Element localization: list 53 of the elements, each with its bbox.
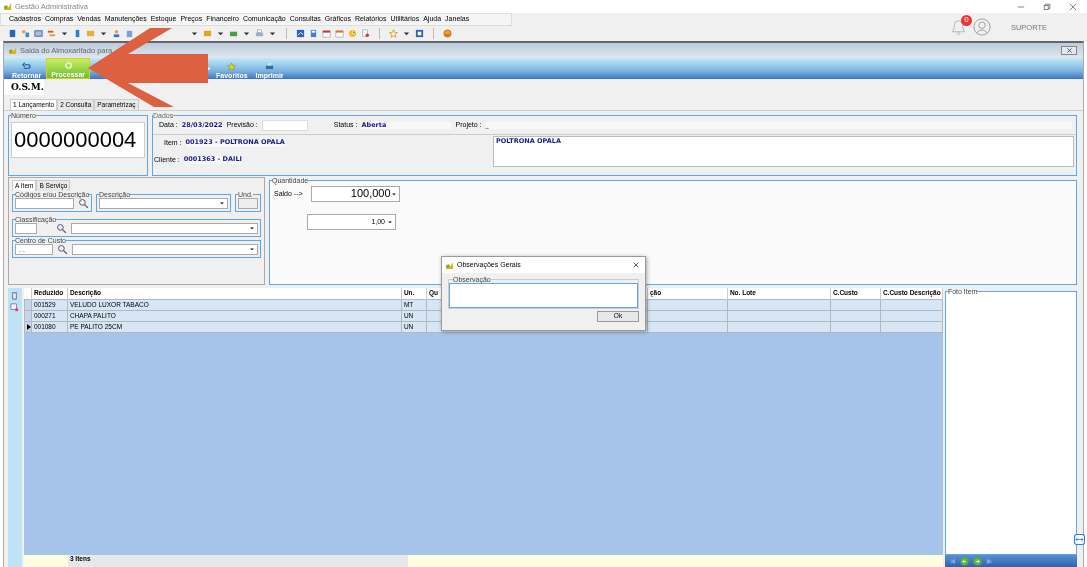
next-icon[interactable] xyxy=(972,556,982,566)
date-field[interactable] xyxy=(261,120,308,131)
form-title: O.S.M. xyxy=(4,79,44,95)
person-icon[interactable] xyxy=(112,28,121,38)
printer-icon xyxy=(265,62,275,71)
first-icon[interactable] xyxy=(948,557,956,565)
number-field: 0000000004 xyxy=(11,122,145,158)
unit-field[interactable] xyxy=(238,197,258,209)
notification-count: 0 xyxy=(960,14,972,26)
grid-icon[interactable] xyxy=(10,303,20,312)
dialog-logo-icon xyxy=(445,260,454,270)
close-button[interactable] xyxy=(1061,46,1077,55)
report-icon[interactable] xyxy=(361,28,370,38)
last-icon[interactable] xyxy=(985,557,993,565)
remote-icon[interactable] xyxy=(1074,534,1085,545)
close-icon xyxy=(1065,47,1073,54)
calculator-icon[interactable] xyxy=(309,28,318,38)
star-icon xyxy=(227,62,237,71)
code-field[interactable] xyxy=(15,197,74,209)
search-icon[interactable] xyxy=(57,243,68,255)
smiley-icon[interactable] xyxy=(443,28,452,38)
trash-icon[interactable] xyxy=(10,291,20,300)
card-icon[interactable] xyxy=(34,28,43,38)
chart-icon[interactable] xyxy=(296,28,305,38)
dropdown-field[interactable] xyxy=(71,222,258,234)
caret-icon xyxy=(387,219,393,225)
balance-field[interactable]: 100,000 xyxy=(310,186,400,202)
close-icon[interactable] xyxy=(632,261,640,269)
people-icon[interactable] xyxy=(21,28,30,38)
caret-icon xyxy=(219,200,225,207)
dropdown-field[interactable] xyxy=(99,197,228,209)
restore-icon[interactable] xyxy=(1043,2,1051,11)
bell-icon[interactable] xyxy=(949,18,967,36)
calendar-icon[interactable] xyxy=(322,28,331,38)
window-logo-icon xyxy=(8,46,17,55)
star-icon[interactable] xyxy=(389,28,398,38)
previous-icon[interactable] xyxy=(959,556,969,566)
window-icon[interactable] xyxy=(415,28,424,38)
user-avatar-icon[interactable] xyxy=(972,18,991,36)
calendar-icon[interactable] xyxy=(335,28,344,38)
code-field[interactable] xyxy=(15,222,37,234)
app-logo-icon xyxy=(3,2,12,11)
gear-icon xyxy=(63,61,73,70)
caret-icon xyxy=(390,191,397,197)
dropdown-field[interactable] xyxy=(72,243,258,255)
undo-icon xyxy=(22,62,32,71)
search-icon[interactable] xyxy=(56,222,67,234)
field-value: 100,000 xyxy=(350,187,391,201)
close-icon[interactable] xyxy=(1069,2,1077,11)
observation-field[interactable] xyxy=(449,283,638,308)
caret-icon xyxy=(249,246,255,253)
search-icon[interactable] xyxy=(78,197,89,209)
caret-icon xyxy=(249,225,255,232)
